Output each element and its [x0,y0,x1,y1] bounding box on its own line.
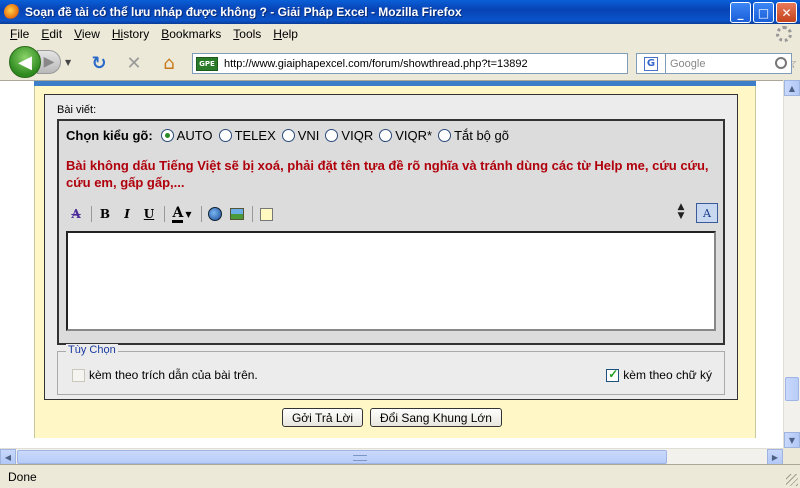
submit-reply-button[interactable]: Gởi Trả Lời [282,408,363,427]
bold-button[interactable]: B [95,204,115,224]
radio-circle[interactable] [218,129,232,142]
advanced-editor-button[interactable]: Đổi Sang Khung Lớn [370,408,502,427]
chevron-down-icon: ▼ [185,209,192,219]
radio-telex[interactable]: TELEX [218,128,276,143]
radio-vni[interactable]: VNI [281,128,319,143]
firefox-icon [4,4,20,20]
stop-icon[interactable]: ✕ [123,52,145,74]
status-text: Done [8,469,37,484]
search-input[interactable]: Google [665,53,792,74]
signature-option-label: kèm theo chữ ký [623,368,712,382]
font-color-icon: A [172,204,184,223]
message-textarea[interactable] [66,231,716,331]
vertical-scrollbar[interactable]: ▲ ▼ [783,80,800,448]
options-legend: Tùy Chọn [66,344,118,356]
menu-history[interactable]: History [106,27,155,41]
resize-grip-icon[interactable] [786,474,798,486]
throbber-icon [776,26,792,42]
menu-file[interactable]: File [4,27,35,41]
radio-circle[interactable] [281,129,295,142]
scroll-left-icon[interactable]: ◀ [0,449,16,465]
radio-viqr-star[interactable]: VIQR* [379,128,432,143]
back-button[interactable]: ◀ [9,46,41,78]
image-icon [230,208,244,220]
menu-bookmarks[interactable]: Bookmarks [155,27,227,41]
radio-viqr[interactable]: VIQR [325,128,373,143]
status-bar: Done [0,464,800,488]
signature-option[interactable]: kèm theo chữ ký [606,367,712,382]
toolbar-separator [164,206,165,222]
radio-circle-checked[interactable] [160,129,174,142]
page-viewport: Bài viết: Chọn kiểu gõ: AUTO TELEX VNI V… [0,80,783,448]
toolbar-separator [91,206,92,222]
minimize-button[interactable]: _ [730,2,751,23]
radio-auto[interactable]: AUTO [160,128,213,143]
url-text[interactable]: http://www.giaiphapexcel.com/forum/showt… [224,58,528,70]
scroll-right-icon[interactable]: ▶ [767,449,783,465]
globe-link-icon [208,207,222,221]
scroll-up-icon[interactable]: ▲ [784,80,800,96]
format-toolbar: A B I U A ▼ ▲ ▼ A [66,203,718,225]
reload-icon[interactable]: ↻ [88,52,110,74]
menu-view[interactable]: View [68,27,106,41]
options-fieldset: Tùy Chọn kèm theo trích dẫn của bài trên… [57,344,725,395]
scroll-grip-icon [353,455,367,461]
resize-editor-icon[interactable]: ▲ ▼ [676,203,686,221]
insert-quote-button[interactable] [256,204,276,224]
radio-circle[interactable] [379,129,393,142]
menu-bar: File Edit View History Bookmarks Tools H… [0,24,800,44]
insert-link-button[interactable] [205,204,225,224]
google-icon: G [644,56,658,71]
signature-checkbox[interactable] [606,367,620,382]
toolbar-separator [201,206,202,222]
font-color-button[interactable]: A ▼ [168,204,196,224]
quick-reply-panel: Bài viết: Chọn kiểu gõ: AUTO TELEX VNI V… [44,94,738,400]
vertical-scroll-thumb[interactable] [785,377,799,401]
radio-circle[interactable] [438,129,452,142]
menu-tools[interactable]: Tools [227,27,267,41]
editor-panel: Chọn kiểu gõ: AUTO TELEX VNI VIQR VIQR* … [57,119,725,345]
quote-icon [259,207,273,221]
window-title: Soạn đề tài có thể lưu nháp được không ?… [25,5,462,19]
radio-off[interactable]: Tắt bộ gõ [438,128,509,143]
radio-circle[interactable] [325,129,339,142]
url-bar[interactable]: GPE http://www.giaiphapexcel.com/forum/s… [192,53,797,74]
remove-format-icon[interactable]: A [66,204,86,224]
history-dropdown-icon[interactable]: ▼ [65,58,71,67]
search-engine-selector[interactable]: G [636,53,666,74]
site-favicon: GPE [196,56,218,71]
toolbar-separator [252,206,253,222]
underline-button[interactable]: U [139,204,159,224]
typing-mode-row: Chọn kiểu gõ: AUTO TELEX VNI VIQR VIQR* … [66,128,515,143]
post-label: Bài viết: [57,104,97,116]
quote-checkbox[interactable] [72,368,85,382]
maximize-button[interactable]: □ [753,2,774,23]
menu-help[interactable]: Help [267,27,304,41]
horizontal-scrollbar[interactable]: ◀ ▶ [0,448,783,465]
quote-option-label: kèm theo trích dẫn của bài trên. [89,368,258,382]
posting-warning: Bài không dấu Tiếng Việt sẽ bị xoá, phải… [66,158,709,190]
switch-editor-mode-button[interactable]: A [696,203,718,223]
navigation-toolbar: ▶ ◀ ▼ ↻ ✕ ⌂ GPE http://www.giaiphapexcel… [0,44,800,80]
scroll-down-icon[interactable]: ▼ [784,432,800,448]
home-icon[interactable]: ⌂ [158,52,180,74]
menu-edit[interactable]: Edit [35,27,68,41]
search-placeholder: Google [670,57,706,70]
typing-mode-label: Chọn kiểu gõ: [66,128,153,143]
horizontal-scroll-thumb[interactable] [17,450,667,464]
window-title-bar: Soạn đề tài có thể lưu nháp được không ?… [0,0,800,24]
search-icon[interactable] [775,57,787,69]
close-button[interactable]: ✕ [776,2,797,23]
scrollbar-corner [783,448,800,464]
quote-option[interactable]: kèm theo trích dẫn của bài trên. [72,368,258,382]
insert-image-button[interactable] [227,204,247,224]
italic-button[interactable]: I [117,204,137,224]
